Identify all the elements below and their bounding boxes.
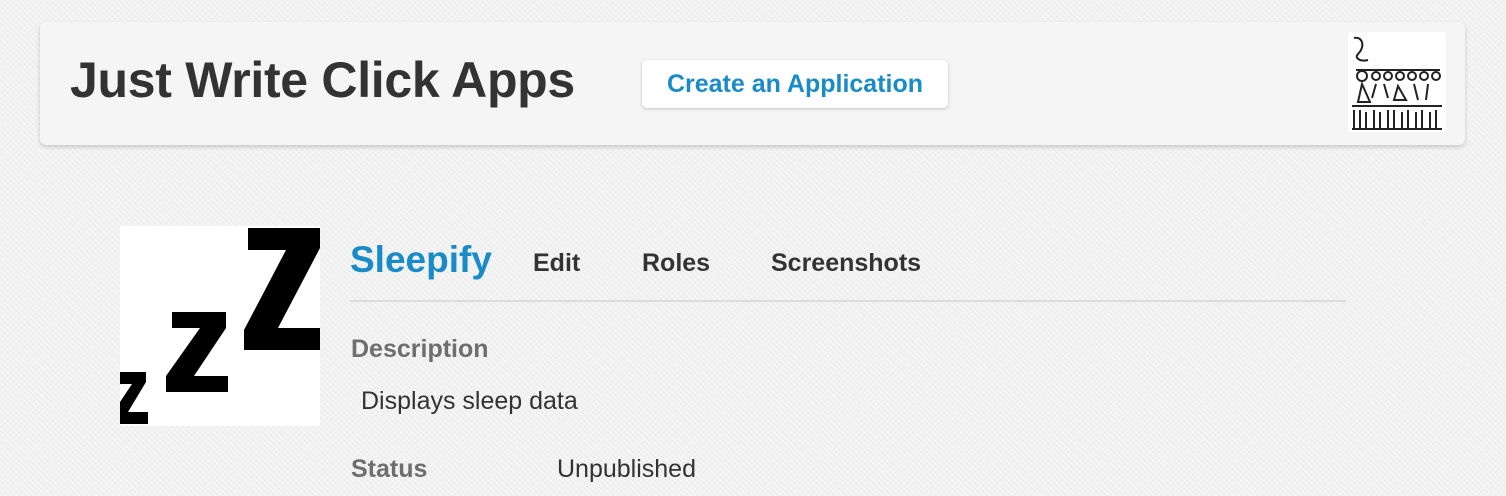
sleep-zzz-icon	[120, 226, 320, 426]
tab-roles[interactable]: Roles	[642, 248, 710, 278]
description-label: Description	[351, 335, 489, 363]
status-value: Unpublished	[557, 455, 696, 483]
description-value: Displays sleep data	[361, 387, 578, 415]
app-name-link[interactable]: Sleepify	[350, 238, 492, 282]
app-icon[interactable]	[120, 226, 320, 426]
top-header-bar: Just Write Click Apps Create an Applicat…	[40, 22, 1465, 145]
user-avatar-sketch-icon	[1348, 32, 1446, 132]
create-application-button[interactable]: Create an Application	[642, 60, 948, 108]
status-label: Status	[351, 455, 428, 483]
user-avatar[interactable]	[1348, 32, 1446, 132]
site-title[interactable]: Just Write Click Apps	[70, 48, 575, 112]
app-nav: Sleepify Edit Roles Screenshots	[350, 232, 1346, 302]
tab-edit[interactable]: Edit	[533, 248, 580, 278]
tab-screenshots[interactable]: Screenshots	[771, 248, 921, 278]
